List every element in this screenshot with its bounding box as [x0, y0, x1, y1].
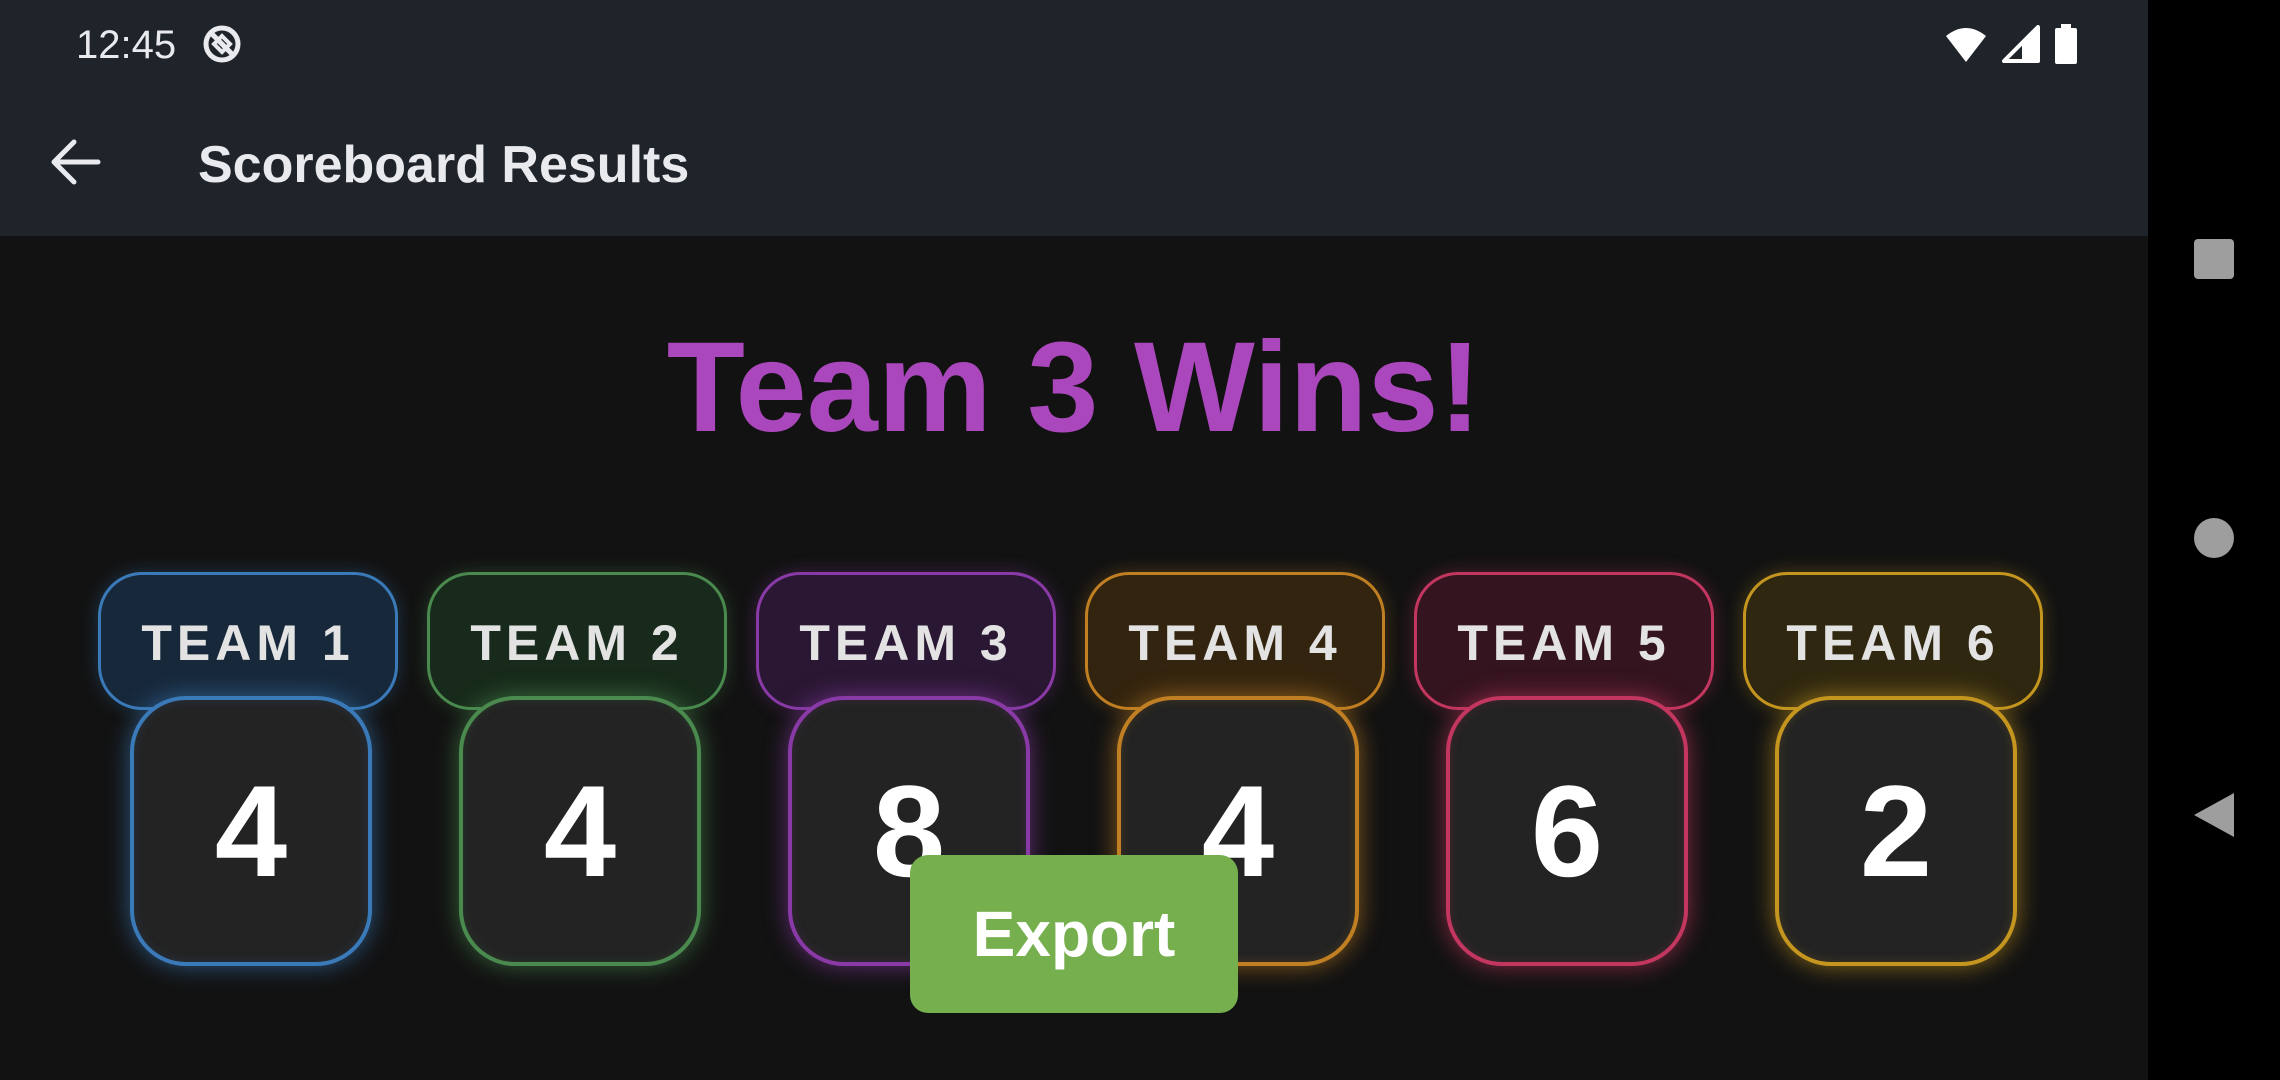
- cell-signal-icon: [2002, 25, 2040, 68]
- wifi-icon: [1944, 24, 1988, 69]
- team-header: TEAM 6: [1743, 572, 2043, 710]
- home-button[interactable]: [2170, 496, 2258, 584]
- export-button[interactable]: Export: [910, 855, 1238, 1013]
- team-label: TEAM 6: [1786, 615, 2000, 671]
- team-score: 4: [214, 758, 288, 904]
- team-score: 4: [543, 758, 617, 904]
- back-triangle-icon: [2192, 791, 2236, 844]
- team-header: TEAM 2: [427, 572, 727, 710]
- team-label: TEAM 3: [799, 615, 1013, 671]
- recents-button[interactable]: [2170, 217, 2258, 305]
- team-card-5: TEAM 5 6: [1414, 572, 1720, 972]
- system-back-button[interactable]: [2170, 773, 2258, 861]
- app-notification-icon: [200, 22, 244, 66]
- arrow-back-icon: [50, 138, 102, 191]
- status-time: 12:45: [76, 23, 177, 67]
- status-bar: 12:45: [0, 0, 2148, 90]
- page-title: Scoreboard Results: [198, 136, 690, 194]
- status-icons: [1944, 24, 2078, 69]
- team-label: TEAM 2: [470, 615, 684, 671]
- scoreboard-results-screen: 12:45 Scoreboard Results Team 3 Wins! TE…: [0, 0, 2280, 1080]
- score-box: 6: [1446, 696, 1688, 966]
- team-header: TEAM 3: [756, 572, 1056, 710]
- winner-title: Team 3 Wins!: [666, 316, 1482, 459]
- back-button[interactable]: [40, 128, 112, 200]
- team-card-1: TEAM 1 4: [98, 572, 404, 972]
- recents-square-icon: [2192, 237, 2236, 286]
- battery-icon: [2054, 24, 2078, 69]
- team-header: TEAM 4: [1085, 572, 1385, 710]
- score-box: 2: [1775, 696, 2017, 966]
- score-box: 4: [130, 696, 372, 966]
- app-bar: Scoreboard Results: [0, 90, 2148, 236]
- team-card-2: TEAM 2 4: [427, 572, 733, 972]
- team-label: TEAM 1: [141, 615, 355, 671]
- home-circle-icon: [2192, 516, 2236, 565]
- team-label: TEAM 4: [1128, 615, 1342, 671]
- team-header: TEAM 1: [98, 572, 398, 710]
- team-header: TEAM 5: [1414, 572, 1714, 710]
- score-box: 4: [459, 696, 701, 966]
- team-card-6: TEAM 6 2: [1743, 572, 2049, 972]
- navigation-bar: [2148, 0, 2280, 1080]
- team-score: 2: [1859, 758, 1933, 904]
- team-score: 6: [1530, 758, 1604, 904]
- team-label: TEAM 5: [1457, 615, 1671, 671]
